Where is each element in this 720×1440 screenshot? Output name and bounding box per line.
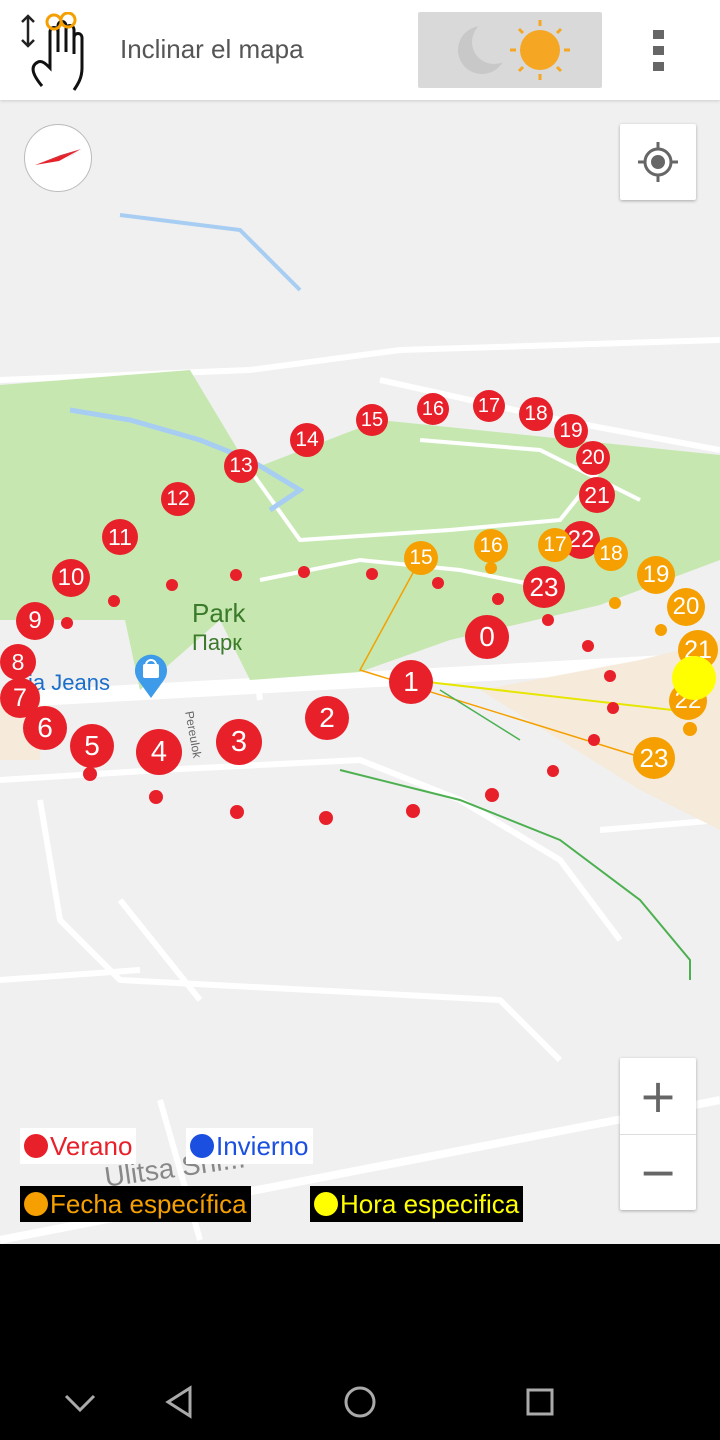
summer-hour-marker-17: 17 bbox=[473, 390, 505, 422]
summer-hour-marker-3: 3 bbox=[216, 719, 262, 765]
summer-hour-marker-10: 10 bbox=[52, 559, 90, 597]
summer-hour-marker-21: 21 bbox=[579, 477, 615, 513]
legend-specific-date[interactable]: Fecha específica bbox=[20, 1186, 251, 1222]
date-hour-marker-16: 16 bbox=[474, 529, 508, 563]
park-label-ru: Парк bbox=[192, 630, 242, 655]
home-icon[interactable] bbox=[340, 1382, 380, 1422]
summer-dot-icon bbox=[24, 1134, 48, 1158]
summer-hour-marker-18: 18 bbox=[519, 397, 553, 431]
winter-dot-icon bbox=[190, 1134, 214, 1158]
zoom-out-button[interactable]: − bbox=[620, 1134, 696, 1210]
back-icon[interactable] bbox=[160, 1382, 200, 1422]
map-view[interactable]: Park Парк ia Jeans Pereulok Ulitsa Shi..… bbox=[0, 100, 720, 1244]
date-hour-marker-15: 15 bbox=[404, 541, 438, 575]
legend-winter[interactable]: Invierno bbox=[186, 1128, 313, 1164]
summer-hour-marker-13: 13 bbox=[224, 449, 258, 483]
tilt-map-label[interactable]: Inclinar el mapa bbox=[120, 34, 304, 65]
specific-date-dot-icon bbox=[24, 1192, 48, 1216]
summer-hour-marker-5: 5 bbox=[70, 724, 114, 768]
hide-keyboard-icon[interactable] bbox=[60, 1382, 100, 1422]
shopping-bag-icon[interactable] bbox=[134, 652, 168, 698]
park-label: Park bbox=[192, 598, 246, 628]
date-hour-marker-20: 20 bbox=[667, 588, 705, 626]
summer-hour-marker-8: 8 bbox=[0, 644, 36, 680]
date-hour-marker-23: 23 bbox=[633, 737, 675, 779]
legend-winter-label: Invierno bbox=[216, 1130, 309, 1161]
compass-icon[interactable] bbox=[24, 124, 92, 192]
summer-hour-marker-1: 1 bbox=[389, 660, 433, 704]
tilt-hand-icon[interactable] bbox=[20, 11, 104, 92]
summer-hour-marker-7: 7 bbox=[0, 678, 40, 718]
summer-hour-marker-0: 0 bbox=[465, 615, 509, 659]
system-navigation-bar bbox=[0, 1244, 720, 1440]
legend-specific-date-label: Fecha específica bbox=[50, 1188, 247, 1219]
legend-specific-time-label: Hora especifica bbox=[340, 1188, 520, 1219]
date-hour-marker-19: 19 bbox=[637, 556, 675, 594]
top-toolbar: Inclinar el mapa bbox=[0, 0, 720, 100]
sun-icon bbox=[510, 20, 570, 80]
summer-hour-marker-11: 11 bbox=[102, 519, 138, 555]
recents-icon[interactable] bbox=[520, 1382, 560, 1422]
summer-hour-marker-14: 14 bbox=[290, 423, 324, 457]
more-vert-icon[interactable] bbox=[646, 28, 672, 74]
day-night-toggle[interactable] bbox=[418, 12, 602, 88]
date-hour-marker-17: 17 bbox=[538, 528, 572, 562]
summer-hour-marker-15: 15 bbox=[356, 404, 388, 436]
my-location-button[interactable] bbox=[620, 124, 696, 200]
summer-hour-marker-20: 20 bbox=[576, 441, 610, 475]
zoom-controls: + − bbox=[620, 1058, 696, 1210]
zoom-in-button[interactable]: + bbox=[620, 1058, 696, 1135]
legend-specific-time[interactable]: Hora especifica bbox=[310, 1186, 524, 1222]
summer-hour-marker-9: 9 bbox=[16, 602, 54, 640]
date-hour-marker-18: 18 bbox=[594, 537, 628, 571]
moon-icon bbox=[458, 20, 516, 74]
shop-label: ia Jeans bbox=[28, 670, 110, 695]
summer-hour-marker-12: 12 bbox=[161, 482, 195, 516]
summer-hour-marker-23: 23 bbox=[523, 566, 565, 608]
specific-time-marker bbox=[672, 656, 716, 700]
summer-hour-marker-16: 16 bbox=[417, 393, 449, 425]
legend-summer-label: Verano bbox=[50, 1130, 133, 1161]
summer-hour-marker-4: 4 bbox=[136, 729, 182, 775]
legend-summer[interactable]: Verano bbox=[20, 1128, 137, 1164]
summer-hour-marker-2: 2 bbox=[305, 696, 349, 740]
my-location-icon bbox=[638, 142, 678, 182]
specific-time-dot-icon bbox=[314, 1192, 338, 1216]
